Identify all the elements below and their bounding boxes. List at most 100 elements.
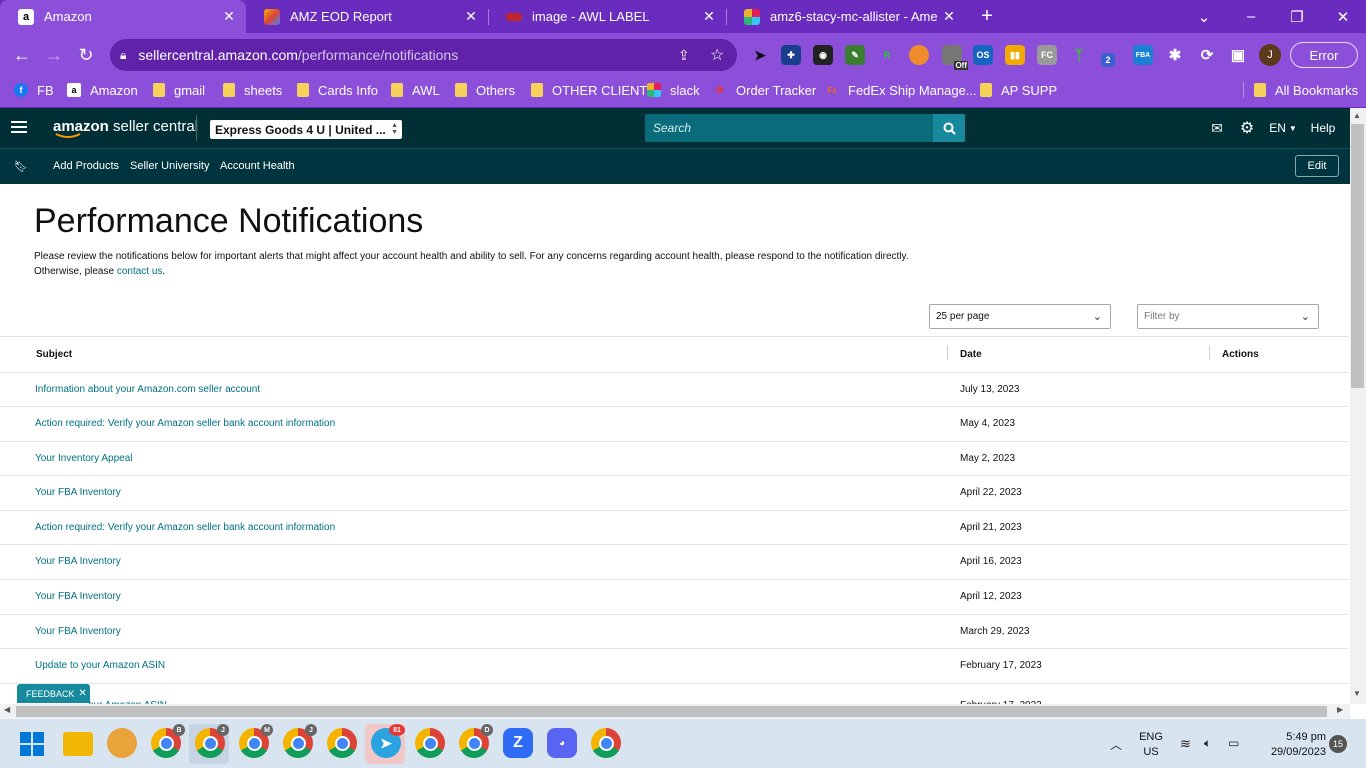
fc-extension-icon[interactable]: FC [1037, 45, 1057, 65]
extensions-puzzle-icon[interactable]: ✱ [1165, 45, 1185, 65]
bookmark-gmail[interactable]: gmail [153, 77, 205, 103]
bookmark-slack[interactable]: slack [647, 77, 700, 103]
off-extension-icon[interactable]: Off [942, 45, 968, 70]
scroll-left-icon[interactable]: ◀ [4, 705, 10, 714]
notification-subject-link[interactable]: Your FBA Inventory [35, 556, 121, 567]
input-language[interactable]: ENG US [1135, 730, 1167, 760]
chrome-profile-icon[interactable]: J [195, 724, 229, 758]
chrome-profile-icon[interactable]: M [239, 724, 273, 758]
app-icon[interactable] [107, 728, 137, 758]
forward-icon[interactable]: → [40, 41, 68, 69]
tab-amazon[interactable]: a Amazon ✕ [0, 0, 246, 33]
close-icon[interactable]: ✕ [218, 8, 240, 25]
bookmark-fb[interactable]: f FB [14, 77, 54, 103]
bookmark-awl[interactable]: AWL [391, 77, 440, 103]
feedback-button[interactable]: FEEDBACK ✕ [17, 684, 90, 703]
leaf-extension-icon[interactable]: ᛉ [1069, 45, 1089, 65]
chrome-profile-icon[interactable] [591, 728, 621, 758]
chrome-profile-icon[interactable]: J [283, 724, 317, 758]
close-icon[interactable]: ✕ [698, 8, 720, 25]
account-switcher[interactable]: Express Goods 4 U | United ... ▲ ▼ [210, 120, 402, 139]
search-input[interactable]: Search [645, 114, 933, 142]
side-panel-icon[interactable]: ▣ [1228, 45, 1248, 65]
chrome-profile-icon[interactable]: D [459, 724, 493, 758]
tab-slack[interactable]: amz6-stacy-mc-allister - American ✕ [726, 0, 966, 33]
notification-subject-link[interactable]: Update to your Amazon ASIN [35, 660, 165, 671]
hamburger-menu-icon[interactable] [11, 121, 27, 135]
chrome-profile-icon[interactable]: B [151, 724, 185, 758]
seller-central-logo[interactable]: amazon seller central [53, 118, 198, 138]
language-selector[interactable]: EN ▼ [1268, 120, 1298, 136]
chrome-profile-icon[interactable] [327, 728, 357, 758]
column-header-subject[interactable]: Subject [36, 336, 72, 372]
cursor-extension-icon[interactable]: ➤ [750, 45, 770, 65]
scroll-right-icon[interactable]: ▶ [1337, 705, 1343, 714]
profile-avatar[interactable]: J [1259, 44, 1281, 66]
scroll-down-icon[interactable]: ▼ [1353, 689, 1361, 698]
horizontal-scrollbar-thumb[interactable] [16, 706, 1327, 717]
telegram-icon[interactable]: ➤ 81 [371, 724, 405, 758]
notification-subject-link[interactable]: Your FBA Inventory [35, 487, 121, 498]
address-bar[interactable]: 🔒︎ sellercentral.amazon.com/performance/… [110, 39, 737, 71]
notification-subject-link[interactable]: Your FBA Inventory [35, 591, 121, 602]
close-icon[interactable]: ✕ [79, 688, 87, 699]
help-link[interactable]: Help [1310, 120, 1336, 136]
clock[interactable]: 5:49 pm 29/09/2023 [1256, 730, 1326, 760]
bookmark-star-icon[interactable]: ☆ [710, 45, 724, 65]
error-button[interactable]: Error [1290, 42, 1358, 68]
tab-amz-eod-report[interactable]: AMZ EOD Report ✕ [246, 0, 488, 33]
volume-icon[interactable]: 🔈︎ [1204, 736, 1211, 751]
filter-select[interactable]: Filter by ⌄ [1137, 304, 1319, 329]
all-bookmarks[interactable]: All Bookmarks [1254, 77, 1358, 103]
notification-count-badge[interactable]: 15 [1329, 735, 1347, 753]
back-icon[interactable]: ← [8, 41, 36, 69]
new-tab-button[interactable]: + [964, 0, 1010, 33]
os-extension-icon[interactable]: OS [973, 45, 993, 65]
bookmark-amazon[interactable]: a Amazon [67, 77, 138, 103]
battery-icon[interactable]: ▭ [1228, 736, 1239, 750]
edit-nav-button[interactable]: Edit [1295, 155, 1339, 177]
restore-icon[interactable]: ❐ [1274, 0, 1320, 33]
nav-account-health[interactable]: Account Health [220, 160, 295, 172]
bookmark-ap-supp[interactable]: AP SUPP [980, 77, 1057, 103]
discord-icon[interactable]: ◕ [547, 728, 577, 758]
wifi-icon[interactable]: ≋ [1180, 736, 1191, 752]
notification-subject-link[interactable]: Your Inventory Appeal [35, 453, 132, 464]
nav-seller-university[interactable]: Seller University [130, 160, 209, 172]
bookmark-icon[interactable]: 🔖︎ [14, 160, 28, 173]
camera-extension-icon[interactable]: ◉ [813, 45, 833, 65]
nav-add-products[interactable]: Add Products [53, 160, 119, 172]
gear-icon[interactable]: ⚙ [1238, 120, 1256, 137]
per-page-select[interactable]: 25 per page ⌄ [929, 304, 1111, 329]
r-extension-icon[interactable]: R [877, 45, 897, 65]
notification-subject-link[interactable]: Action required: Verify your Amazon sell… [35, 522, 335, 533]
reload-icon[interactable]: ↻ [72, 41, 100, 69]
close-icon[interactable]: ✕ [460, 8, 482, 25]
chart-extension-icon[interactable]: ▮▮ [1005, 45, 1025, 65]
chrome-profile-icon[interactable] [415, 728, 445, 758]
close-icon[interactable]: ✕ [938, 8, 960, 25]
windows-start-icon[interactable] [20, 732, 44, 756]
share-icon[interactable]: ⇪ [678, 47, 690, 64]
health-extension-icon[interactable]: ✚ [781, 45, 801, 65]
tab-search-chevron-icon[interactable]: ⌄ [1181, 0, 1227, 33]
minimize-icon[interactable]: – [1228, 0, 1274, 33]
zoom-icon[interactable]: Z [503, 728, 533, 758]
file-explorer-icon[interactable] [63, 732, 93, 756]
contact-us-link[interactable]: contact us [117, 266, 163, 277]
scroll-up-icon[interactable]: ▲ [1353, 111, 1361, 120]
notification-subject-link[interactable]: Information about your Amazon.com seller… [35, 384, 260, 395]
bookmark-others[interactable]: Others [455, 77, 515, 103]
notification-subject-link[interactable]: Action required: Verify your Amazon sell… [35, 418, 335, 429]
close-window-icon[interactable]: ✕ [1320, 0, 1366, 33]
sync-icon[interactable]: ⟳ [1197, 45, 1217, 65]
fba-extension-icon[interactable]: FBA [1133, 45, 1153, 65]
bookmark-order-tracker[interactable]: ✈ Order Tracker [713, 77, 816, 103]
tray-chevron-icon[interactable]: ︿ [1110, 736, 1122, 753]
notification-subject-link[interactable]: Your FBA Inventory [35, 626, 121, 637]
circle-extension-icon[interactable] [909, 45, 929, 65]
mail-icon[interactable]: ✉ [1208, 120, 1226, 136]
bookmark-cards-info[interactable]: Cards Info [297, 77, 378, 103]
count-extension-icon[interactable]: 2 [1101, 53, 1115, 67]
vertical-scrollbar-thumb[interactable] [1351, 124, 1364, 388]
